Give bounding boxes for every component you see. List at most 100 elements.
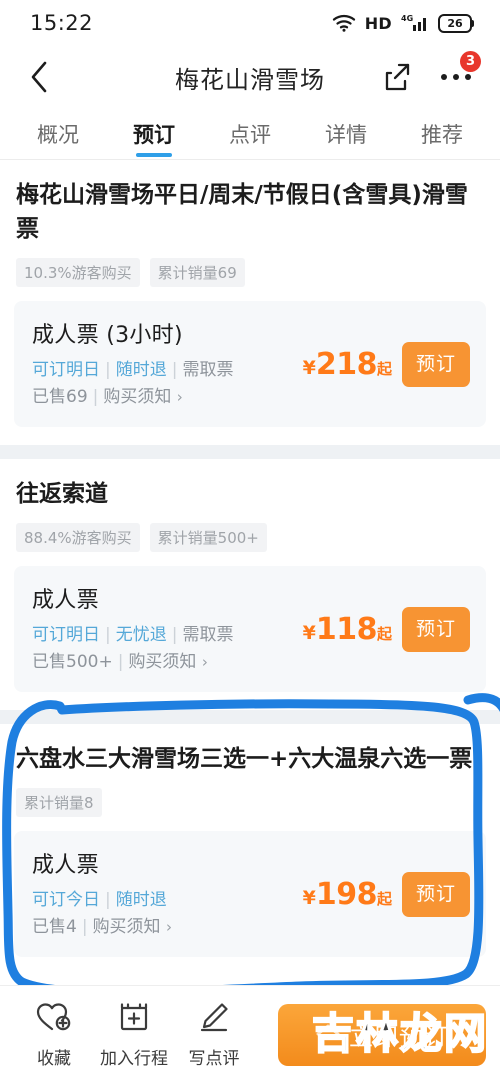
product-card: 六盘水三大滑雪场三选一+六大温泉六选一票 累计销量8 [0,724,500,817]
app-screen: 15:22 HD 4G 26 梅花山滑雪场 3 概况 预订 点评 详情 推荐 梅… [0,0,500,1083]
hd-icon: HD [364,13,392,33]
book-button[interactable]: 预订 [401,871,470,917]
product-card: 往返索道 88.4%游客购买 累计销量500+ [0,459,500,552]
ticket-sold-count: 已售4 [32,917,77,937]
ticket-row[interactable]: 成人票 可订明日 | 无忧退 | 需取票 已售500+ | 购买须知 › ¥118起 预订 [14,566,486,692]
favorite-label: 收藏 [37,1048,71,1069]
book-now-cta[interactable]: 立即预订 [278,1003,486,1066]
product-title: 梅花山滑雪场平日/周末/节假日(含雪具)滑雪票 [16,182,468,242]
book-button[interactable]: 预订 [401,341,470,387]
price-suffix: 起 [376,359,392,378]
product-tag: 88.4%游客购买 [16,523,140,552]
product-card: 梅花山滑雪场平日/周末/节假日(含雪具)滑雪票 10.3%游客购买 累计销量69 [0,160,500,287]
ticket-name: 成人票 [32,853,99,878]
ticket-sold-count: 已售69 [32,387,88,407]
ticket-price: ¥198起 [303,877,392,912]
tab-details[interactable]: 详情 [298,108,394,159]
chevron-right-icon: › [165,918,172,936]
book-now-label: 立即预订 [349,1024,449,1051]
ticket-tag-refund: 随时退 [115,890,167,910]
ticket-feature-tags: 可订今日 | 随时退 [32,890,167,910]
product-tags: 88.4%游客购买 累计销量500+ [16,523,484,552]
price-value: 198 [315,876,378,912]
nav-bar: 梅花山滑雪场 3 [0,46,500,108]
ticket-feature-tags: 可订明日 | 无忧退 | 需取票 [32,625,234,645]
ticket-feature-tags: 可订明日 | 随时退 | 需取票 [32,360,234,380]
more-dots-icon[interactable]: 3 [434,51,481,96]
ticket-price-area: ¥198起 预订 [303,871,470,917]
chevron-right-icon: › [201,653,208,671]
product-tag: 累计销量8 [16,788,102,817]
ticket-tag-pickup: 需取票 [182,625,234,645]
add-trip-button[interactable]: 加入行程 [94,1001,174,1069]
purchase-notice-link[interactable]: 购买须知 [128,652,196,672]
battery-level: 26 [438,13,472,33]
ticket-tag-bookable: 可订明日 [32,625,100,645]
section-divider [0,710,500,724]
ticket-tag-refund: 随时退 [115,360,167,380]
tab-reviews[interactable]: 点评 [202,108,298,159]
chevron-up-icon [315,1021,341,1049]
status-icon-group: HD 4G 26 [332,13,474,33]
ticket-tag-bookable: 可订明日 [32,360,100,380]
currency-symbol: ¥ [302,621,316,644]
purchase-notice-link[interactable]: 购买须知 [103,387,171,407]
currency-symbol: ¥ [302,356,316,379]
product-title: 往返索道 [16,481,108,507]
status-time: 15:22 [30,11,94,35]
ticket-sold-row: 已售69 | 购买须知 › [32,387,183,407]
add-trip-label: 加入行程 [100,1048,168,1069]
ticket-sold-row: 已售4 | 购买须知 › [32,917,172,937]
product-tags: 10.3%游客购买 累计销量69 [16,258,484,287]
ticket-price: ¥118起 [303,612,392,647]
ticket-tag-bookable: 可订今日 [32,890,100,910]
price-suffix: 起 [376,889,392,908]
price-value: 218 [315,346,378,382]
section-divider [0,445,500,459]
pencil-icon [198,1001,230,1037]
bottom-action-bar: 收藏 加入行程 写点评 立即预订 [0,985,500,1083]
ticket-row[interactable]: 成人票 (3小时) 可订明日 | 随时退 | 需取票 已售69 | 购买须知 › ¥218起… [14,301,486,427]
ticket-sold-count: 已售500+ [32,652,113,672]
tab-booking[interactable]: 预订 [106,108,202,159]
ticket-sold-row: 已售500+ | 购买须知 › [32,652,208,672]
ticket-tag-refund: 无忧退 [115,625,167,645]
purchase-notice-link[interactable]: 购买须知 [93,917,161,937]
ticket-price: ¥218起 [303,347,392,382]
status-bar: 15:22 HD 4G 26 [0,0,500,46]
battery-icon: 26 [438,13,474,33]
price-value: 118 [315,611,378,647]
tab-bar: 概况 预订 点评 详情 推荐 [0,108,500,160]
ticket-price-area: ¥218起 预订 [303,341,470,387]
share-icon[interactable] [378,58,416,96]
ticket-name: 成人票 [32,588,99,613]
product-tag: 10.3%游客购买 [16,258,140,287]
ticket-info: 成人票 可订今日 | 随时退 已售4 | 购买须知 › [32,847,303,941]
book-button[interactable]: 预订 [401,606,470,652]
write-review-label: 写点评 [188,1048,240,1069]
calendar-plus-icon [118,1001,150,1037]
price-suffix: 起 [376,624,392,643]
ticket-name: 成人票 (3小时) [32,323,183,348]
notification-badge: 3 [460,51,481,72]
svg-text:4G: 4G [401,14,413,23]
ticket-tag-pickup: 需取票 [182,360,234,380]
tab-overview[interactable]: 概况 [10,108,106,159]
tab-recommend[interactable]: 推荐 [394,108,490,159]
ticket-row[interactable]: 成人票 可订今日 | 随时退 已售4 | 购买须知 › ¥198起 预订 [14,831,486,957]
nav-actions: 3 [378,51,481,96]
favorite-button[interactable]: 收藏 [14,1001,94,1069]
ticket-info: 成人票 (3小时) 可订明日 | 随时退 | 需取票 已售69 | 购买须知 › [32,317,303,411]
back-chevron-icon[interactable] [18,56,60,98]
wifi-icon [332,14,356,32]
currency-symbol: ¥ [302,886,316,909]
product-title: 六盘水三大滑雪场三选一+六大温泉六选一票 [16,746,473,772]
product-tag: 累计销量69 [149,258,245,287]
ticket-price-area: ¥118起 预订 [303,606,470,652]
booking-list: 梅花山滑雪场平日/周末/节假日(含雪具)滑雪票 10.3%游客购买 累计销量69… [0,160,500,957]
signal-icon: 4G [401,13,429,33]
write-review-button[interactable]: 写点评 [174,1001,254,1069]
product-tags: 累计销量8 [16,788,484,817]
product-tag: 累计销量500+ [149,523,267,552]
ticket-info: 成人票 可订明日 | 无忧退 | 需取票 已售500+ | 购买须知 › [32,582,303,676]
